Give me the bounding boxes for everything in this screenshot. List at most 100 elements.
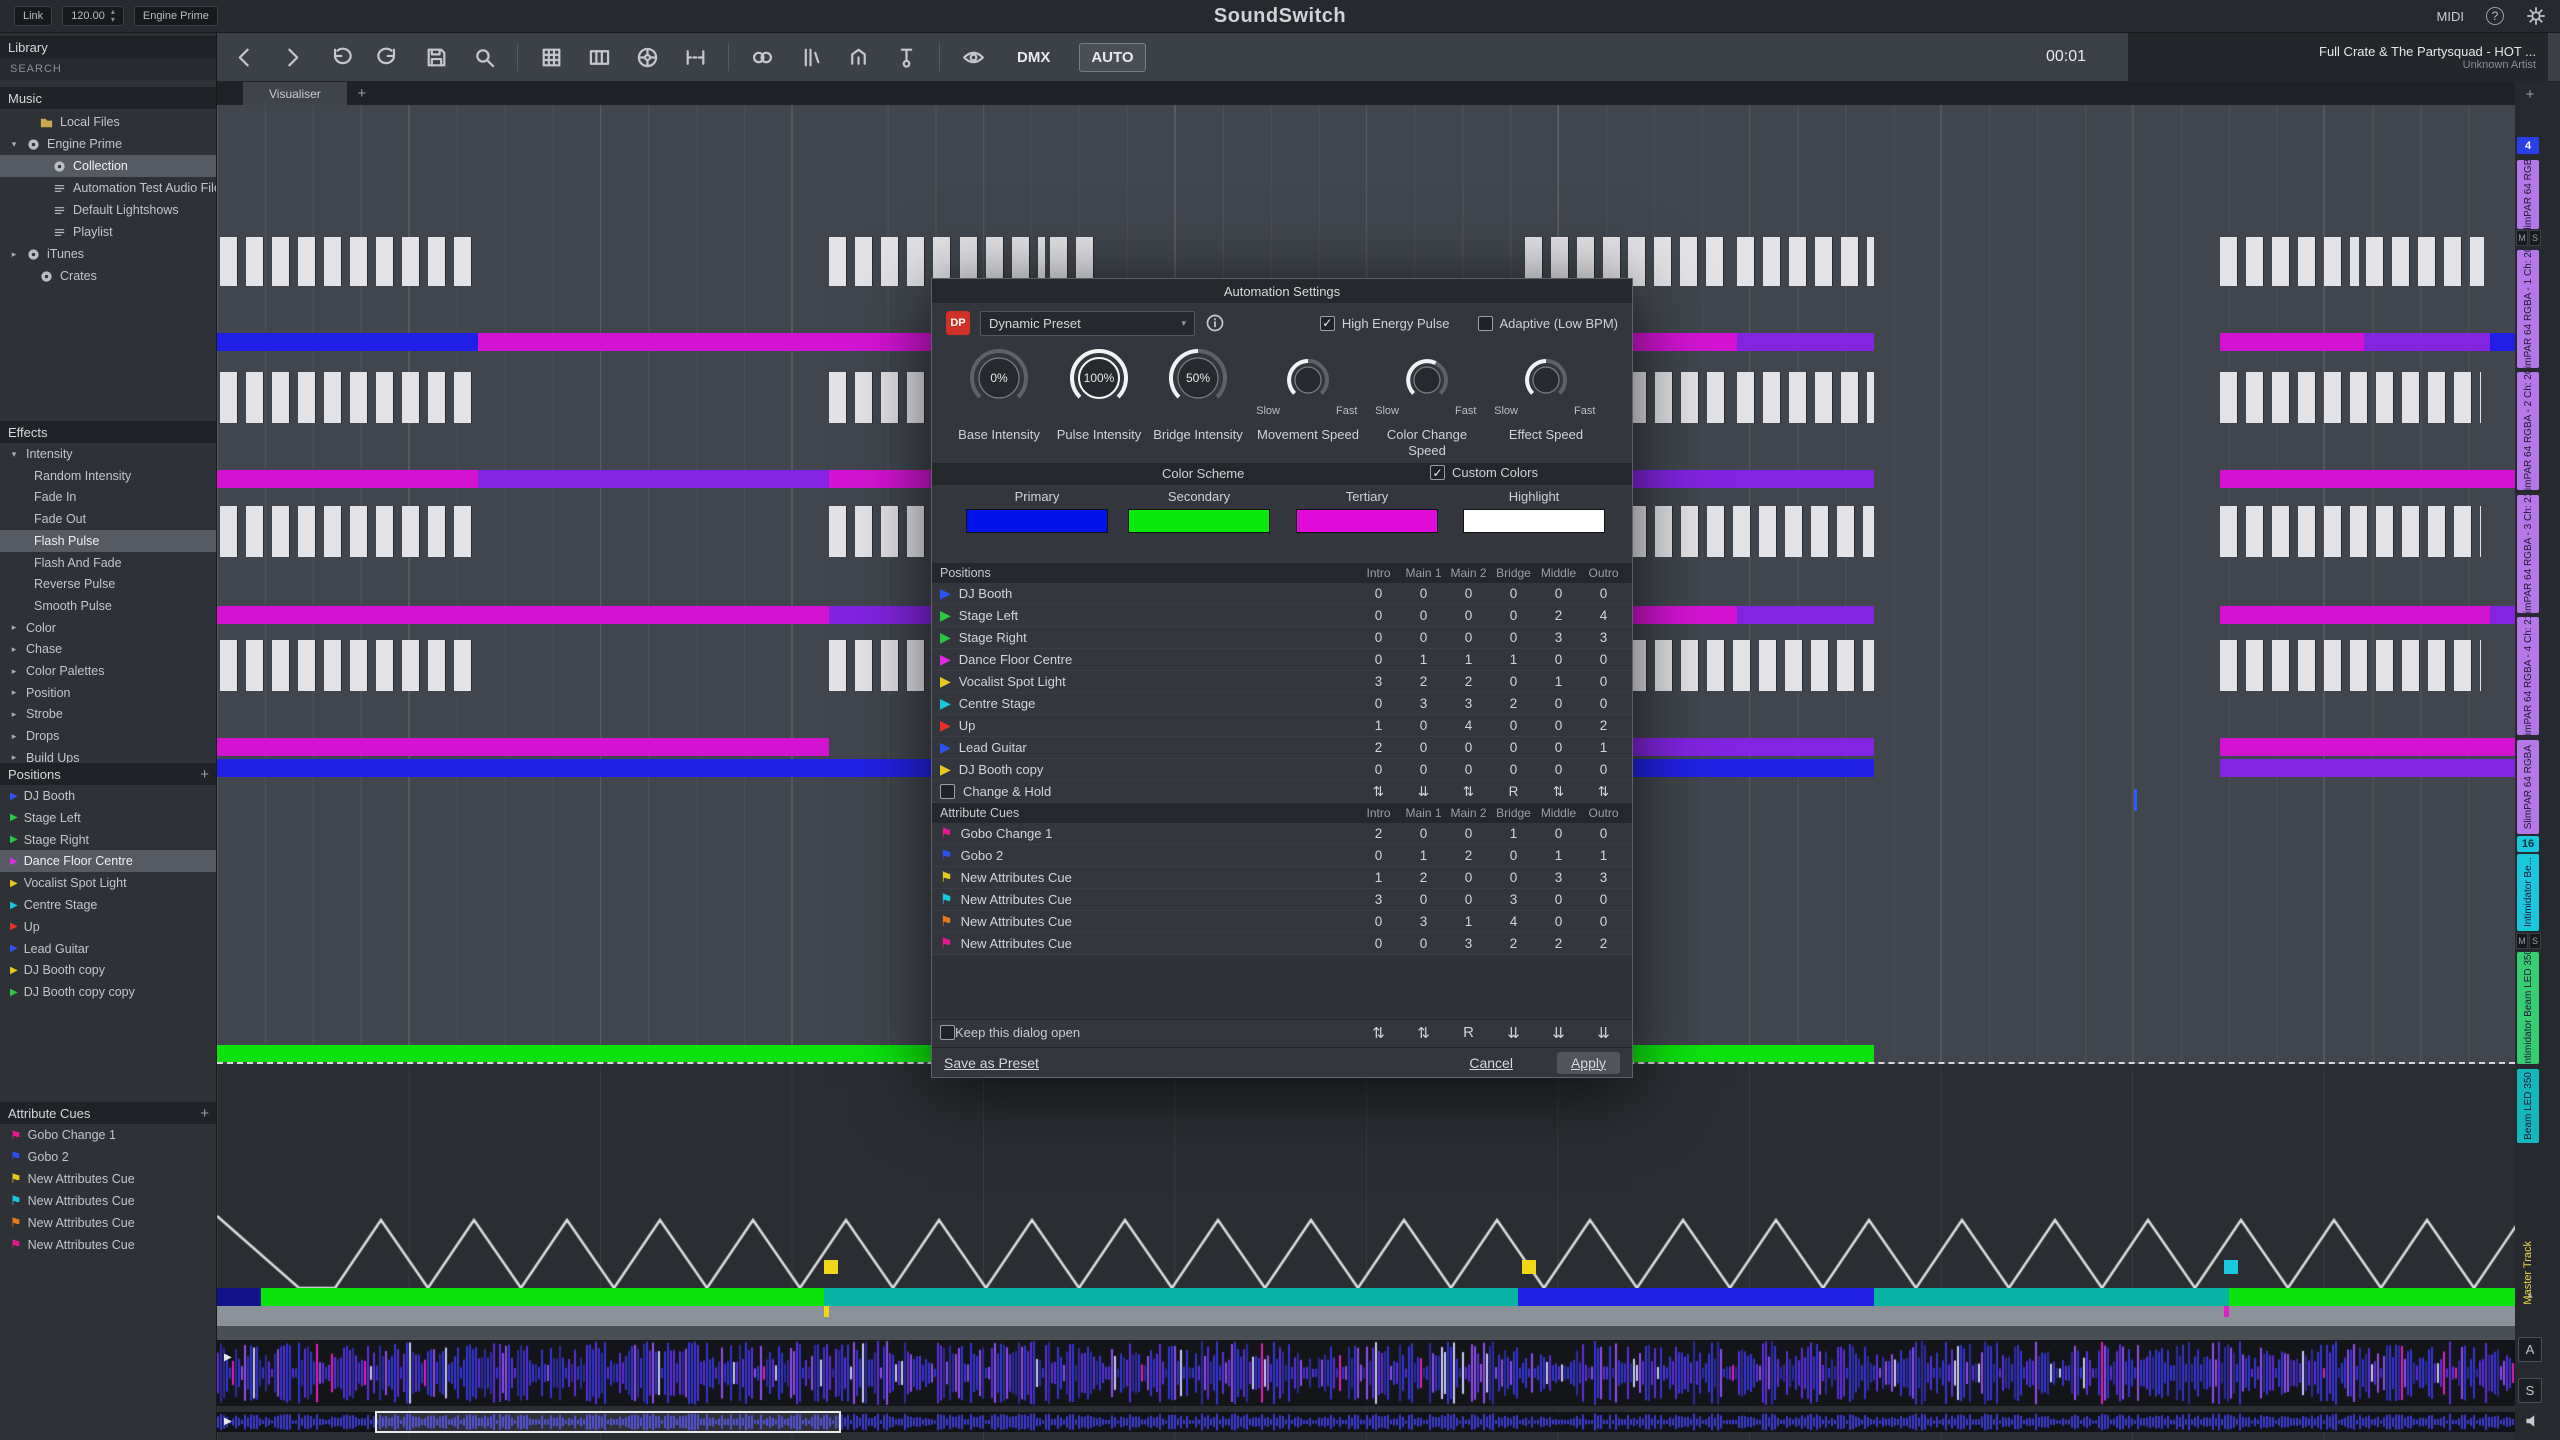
color-block[interactable] — [1737, 333, 1874, 351]
cue-lane-secondary[interactable] — [217, 1326, 2515, 1340]
mute-button[interactable]: M — [2516, 933, 2528, 949]
transition-mode-icon[interactable]: ⇅ — [1536, 784, 1581, 800]
color-block[interactable] — [1633, 333, 1737, 351]
cue-count-cell[interactable]: 0 — [1401, 762, 1446, 777]
pulse-intensity-knob[interactable]: 100% — [1068, 347, 1130, 409]
cue-count-cell[interactable]: 0 — [1581, 762, 1626, 777]
cue-count-cell[interactable]: 3 — [1581, 870, 1626, 885]
color-block[interactable] — [217, 470, 478, 488]
positions-header[interactable]: Positions + — [0, 763, 216, 785]
position-item-stage-left[interactable]: ▶ Stage Left — [0, 807, 216, 829]
cue-count-cell[interactable]: 0 — [1536, 718, 1581, 733]
cue-count-cell[interactable]: 0 — [1536, 586, 1581, 601]
level-segment[interactable] — [2229, 1288, 2560, 1306]
cue-count-cell[interactable]: 0 — [1491, 762, 1536, 777]
sidebar-item-default-lightshows[interactable]: Default Lightshows — [0, 199, 216, 221]
effect-item-flash-pulse[interactable]: Flash Pulse — [0, 529, 216, 552]
effect-item-fade-in[interactable]: Fade In — [0, 486, 216, 508]
color-block[interactable] — [217, 333, 478, 351]
cue-count-cell[interactable]: 0 — [1491, 718, 1536, 733]
speaker-icon[interactable] — [2523, 1412, 2541, 1430]
cue-count-cell[interactable]: 0 — [1356, 848, 1401, 863]
movement-speed-knob[interactable] — [1285, 357, 1331, 403]
position-item-lead-guitar[interactable]: ▶ Lead Guitar — [0, 938, 216, 960]
color-block[interactable] — [2220, 759, 2515, 777]
cue-count-cell[interactable]: 2 — [1536, 936, 1581, 951]
cue-lane[interactable] — [217, 1306, 2515, 1326]
transition-mode-icon[interactable]: ⇅ — [1356, 1024, 1401, 1042]
effects-group-strobe[interactable]: ▸ Strobe — [0, 703, 216, 725]
cue-count-cell[interactable]: 2 — [1581, 936, 1626, 951]
cue-count-cell[interactable]: 0 — [1446, 608, 1491, 623]
cue-count-cell[interactable]: 3 — [1581, 630, 1626, 645]
group-arrow-icon[interactable]: ▸ — [8, 687, 20, 698]
position-row[interactable]: ▶ DJ Booth 0 0 0 0 0 0 — [932, 583, 1632, 605]
effect-item-fade-out[interactable]: Fade Out — [0, 508, 216, 530]
position-row[interactable]: ▶ Stage Left 0 0 0 0 2 4 — [932, 605, 1632, 627]
add-tab-button[interactable]: + — [347, 82, 377, 105]
attribute-cue-row[interactable]: ⚑ Gobo 2012011 — [932, 845, 1632, 867]
cue-count-cell[interactable]: 0 — [1446, 586, 1491, 601]
secondary-color-swatch[interactable] — [1128, 509, 1270, 533]
dmx-button[interactable]: DMX — [1006, 44, 1061, 71]
cue-count-cell[interactable]: 2 — [1491, 696, 1536, 711]
colorwheel-icon[interactable] — [632, 42, 662, 72]
cue-count-cell[interactable]: 3 — [1446, 936, 1491, 951]
position-row[interactable]: ▶ Dance Floor Centre 0 1 1 1 0 0 — [932, 649, 1632, 671]
intensity-block[interactable] — [2220, 506, 2481, 557]
midi-button[interactable]: MIDI — [2437, 9, 2464, 24]
effect-speed-knob[interactable] — [1523, 357, 1569, 403]
cue-count-cell[interactable]: 0 — [1536, 914, 1581, 929]
adaptive-option[interactable]: ✓ Adaptive (Low BPM) — [1477, 315, 1618, 331]
effect-item-random-intensity[interactable]: Random Intensity — [0, 465, 216, 487]
cue-count-cell[interactable]: 0 — [1446, 740, 1491, 755]
attribute-cues-header[interactable]: Attribute Cues + — [0, 1102, 216, 1124]
fixture-track[interactable]: SlimPAR 64 RGBA - 3 Ch: 213 — [2517, 495, 2539, 613]
cue-count-cell[interactable]: 3 — [1491, 892, 1536, 907]
cue-count-cell[interactable]: 1 — [1446, 914, 1491, 929]
cue-count-cell[interactable]: 3 — [1356, 892, 1401, 907]
cue-count-cell[interactable]: 0 — [1446, 630, 1491, 645]
cue-count-cell[interactable]: 2 — [1581, 718, 1626, 733]
attribute-cue-item[interactable]: ⚑ New Attributes Cue — [0, 1234, 216, 1256]
level-segment[interactable] — [217, 1288, 261, 1306]
attribute-cue-item[interactable]: ⚑ Gobo Change 1 — [0, 1124, 216, 1146]
group-arrow-icon[interactable]: ▸ — [8, 666, 20, 677]
adaptive-checkbox[interactable]: ✓ — [1477, 315, 1493, 331]
bpm-display[interactable]: 120.00 ▴ ▾ — [62, 6, 124, 26]
undo-icon[interactable] — [325, 42, 355, 72]
effects-group-intensity[interactable]: ▾ Intensity — [0, 443, 216, 465]
cue-count-cell[interactable]: 0 — [1401, 936, 1446, 951]
intensity-block[interactable] — [2220, 237, 2359, 286]
color-block[interactable] — [2220, 738, 2515, 756]
cue-count-cell[interactable]: 2 — [1356, 740, 1401, 755]
cue-count-cell[interactable]: 2 — [1446, 848, 1491, 863]
intensity-block[interactable] — [1628, 237, 1729, 286]
mute-button[interactable]: M — [2516, 230, 2528, 246]
cue-count-cell[interactable]: 0 — [1536, 696, 1581, 711]
cue-count-cell[interactable]: 2 — [1491, 936, 1536, 951]
group-arrow-icon[interactable]: ▸ — [8, 644, 20, 655]
color-block[interactable] — [478, 333, 829, 351]
color-block[interactable] — [1737, 606, 1874, 624]
cue-count-cell[interactable]: 1 — [1446, 652, 1491, 667]
cue-count-cell[interactable]: 0 — [1356, 936, 1401, 951]
cue-count-cell[interactable]: 0 — [1536, 762, 1581, 777]
cue-count-cell[interactable]: 1 — [1356, 718, 1401, 733]
intensity-block[interactable] — [220, 506, 478, 557]
keep-dialog-option[interactable]: ✓Keep this dialog open — [940, 1025, 1356, 1041]
attribute-cue-item[interactable]: ⚑ New Attributes Cue — [0, 1190, 216, 1212]
cue-count-cell[interactable]: 0 — [1356, 586, 1401, 601]
cue-count-cell[interactable]: 0 — [1401, 630, 1446, 645]
auto-button[interactable]: AUTO — [1079, 42, 1146, 72]
sidebar-item-automation-test-audio-files[interactable]: Automation Test Audio Files — [0, 177, 216, 199]
color-block[interactable] — [1633, 738, 1874, 756]
color-block[interactable] — [1633, 470, 1874, 488]
grid-icon[interactable] — [536, 42, 566, 72]
group-arrow-icon[interactable]: ▸ — [8, 752, 20, 763]
link-icon[interactable] — [747, 42, 777, 72]
effects-group-color[interactable]: ▸ Color — [0, 617, 216, 639]
intensity-block[interactable] — [220, 237, 478, 286]
cue-count-cell[interactable]: 0 — [1356, 762, 1401, 777]
cue-count-cell[interactable]: 0 — [1581, 892, 1626, 907]
